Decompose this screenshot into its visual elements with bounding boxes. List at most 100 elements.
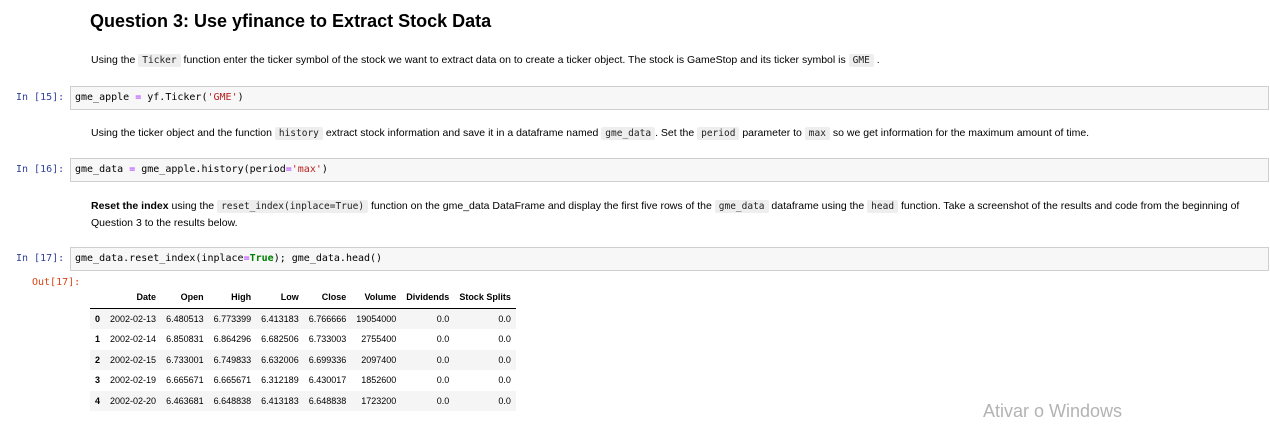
column-header-dividends: Dividends (401, 287, 455, 309)
input-prompt-15: In [15]: (16, 92, 65, 103)
question-heading: Question 3: Use yfinance to Extract Stoc… (90, 11, 492, 31)
text: Using the (91, 54, 139, 66)
text: . Set the (655, 127, 698, 139)
code-text: ); gme_data.head() (273, 253, 383, 264)
cell-high: 6.773399 (213, 313, 252, 324)
inline-code: history (274, 127, 323, 140)
table-row: 2 2002-02-15 6.733001 6.749833 6.632006 … (90, 349, 516, 370)
code-text: gme_data (75, 164, 130, 175)
cell-high: 6.864296 (213, 334, 252, 345)
inline-code: head (867, 200, 899, 213)
cell-low: 6.312189 (261, 375, 299, 386)
cell-dividends: 0.0 (436, 334, 450, 345)
cell-close: 6.733003 (308, 334, 347, 345)
windows-activation-watermark: Ativar o Windows (983, 401, 1123, 421)
cell-close: 6.699336 (308, 354, 347, 365)
table-row: 4 2002-02-20 6.463681 6.648838 6.413183 … (90, 390, 516, 411)
cell-open: 6.733001 (166, 354, 204, 365)
text: using the (168, 200, 218, 212)
inline-code: reset_index(inplace=True) (217, 200, 369, 213)
text: extract stock information and save it in… (322, 127, 602, 139)
table-header-row: Date Open High Low Close Volume Dividend… (90, 287, 516, 309)
cell-stock-splits: 0.0 (498, 334, 511, 345)
markdown-instruction-3: Reset the index using the reset_index(in… (91, 198, 1261, 232)
markdown-instruction-2: Using the ticker object and the function… (91, 125, 1261, 142)
table-row: 3 2002-02-19 6.665671 6.665671 6.312189 … (90, 370, 516, 391)
code-string: 'max' (291, 164, 322, 175)
text: so we get information for the maximum am… (829, 127, 1090, 139)
cell-close: 6.648838 (308, 395, 347, 406)
code-cell-17[interactable]: gme_data.reset_index(inplace=True); gme_… (70, 247, 1269, 271)
cell-open: 6.480513 (166, 313, 204, 324)
cell-open: 6.463681 (166, 395, 204, 406)
code-text: gme_apple.history(period (135, 164, 286, 175)
text: function on the gme_data DataFrame and d… (368, 200, 715, 212)
row-index: 4 (95, 395, 101, 406)
text: parameter to (739, 127, 805, 139)
inline-code: max (804, 127, 830, 140)
index-header (90, 287, 106, 309)
row-index: 0 (95, 313, 101, 324)
column-header-open: Open (161, 287, 209, 309)
inline-code: period (697, 127, 740, 140)
inline-code: GME (848, 54, 874, 67)
cell-date: 2002-02-14 (110, 334, 157, 345)
column-header-stock-splits: Stock Splits (454, 287, 516, 309)
cell-high: 6.665671 (213, 375, 252, 386)
column-header-low: Low (256, 287, 304, 309)
code-text: yf.Ticker( (141, 92, 208, 103)
cell-volume: 2755400 (361, 334, 397, 345)
inline-code: gme_data (601, 127, 656, 140)
cell-date: 2002-02-15 (110, 354, 157, 365)
cell-low: 6.413183 (261, 395, 299, 406)
output-prompt-17: Out[17]: (32, 277, 81, 288)
code-text: gme_apple (75, 92, 136, 103)
cell-date: 2002-02-19 (110, 375, 157, 386)
cell-dividends: 0.0 (436, 395, 450, 406)
table-row: 0 2002-02-13 6.480513 6.773399 6.413183 … (90, 308, 516, 329)
cell-stock-splits: 0.0 (498, 395, 511, 406)
bold-text: Reset the index (91, 200, 169, 212)
text: Using the ticker object and the function (91, 127, 275, 139)
cell-low: 6.682506 (261, 334, 299, 345)
cell-close: 6.766666 (308, 313, 347, 324)
table-row: 1 2002-02-14 6.850831 6.864296 6.682506 … (90, 329, 516, 350)
inline-code: Ticker (138, 54, 181, 67)
cell-volume: 19054000 (356, 313, 397, 324)
code-text: ) (237, 92, 244, 103)
code-cell-15[interactable]: gme_apple = yf.Ticker('GME') (70, 86, 1269, 110)
code-cell-16[interactable]: gme_data = gme_apple.history(period='max… (70, 158, 1269, 182)
cell-open: 6.850831 (166, 334, 204, 345)
code-keyword: True (249, 253, 274, 264)
text: . (873, 54, 880, 66)
cell-high: 6.648838 (213, 395, 252, 406)
cell-dividends: 0.0 (436, 354, 450, 365)
column-header-high: High (208, 287, 257, 309)
cell-low: 6.413183 (261, 313, 299, 324)
cell-volume: 1723200 (361, 395, 397, 406)
inline-code: gme_data (714, 200, 769, 213)
code-string: 'GME' (207, 92, 238, 103)
cell-stock-splits: 0.0 (498, 313, 511, 324)
cell-high: 6.749833 (213, 354, 252, 365)
column-header-volume: Volume (351, 287, 402, 309)
text: dataframe using the (768, 200, 868, 212)
cell-date: 2002-02-13 (110, 313, 157, 324)
markdown-instruction-1: Using the Ticker function enter the tick… (91, 52, 1261, 69)
cell-stock-splits: 0.0 (498, 375, 511, 386)
cell-volume: 1852600 (361, 375, 397, 386)
code-text: gme_data.reset_index(inplace (75, 253, 244, 264)
cell-low: 6.632006 (261, 354, 299, 365)
column-header-date: Date (105, 287, 162, 309)
column-header-close: Close (303, 287, 352, 309)
dataframe-output-table: Date Open High Low Close Volume Dividend… (90, 287, 516, 411)
code-text: ) (321, 164, 328, 175)
row-index: 3 (95, 375, 101, 386)
input-prompt-17: In [17]: (16, 253, 65, 264)
cell-stock-splits: 0.0 (498, 354, 511, 365)
cell-dividends: 0.0 (436, 375, 450, 386)
input-prompt-16: In [16]: (16, 164, 65, 175)
cell-volume: 2097400 (361, 354, 397, 365)
cell-open: 6.665671 (166, 375, 204, 386)
cell-date: 2002-02-20 (110, 395, 157, 406)
